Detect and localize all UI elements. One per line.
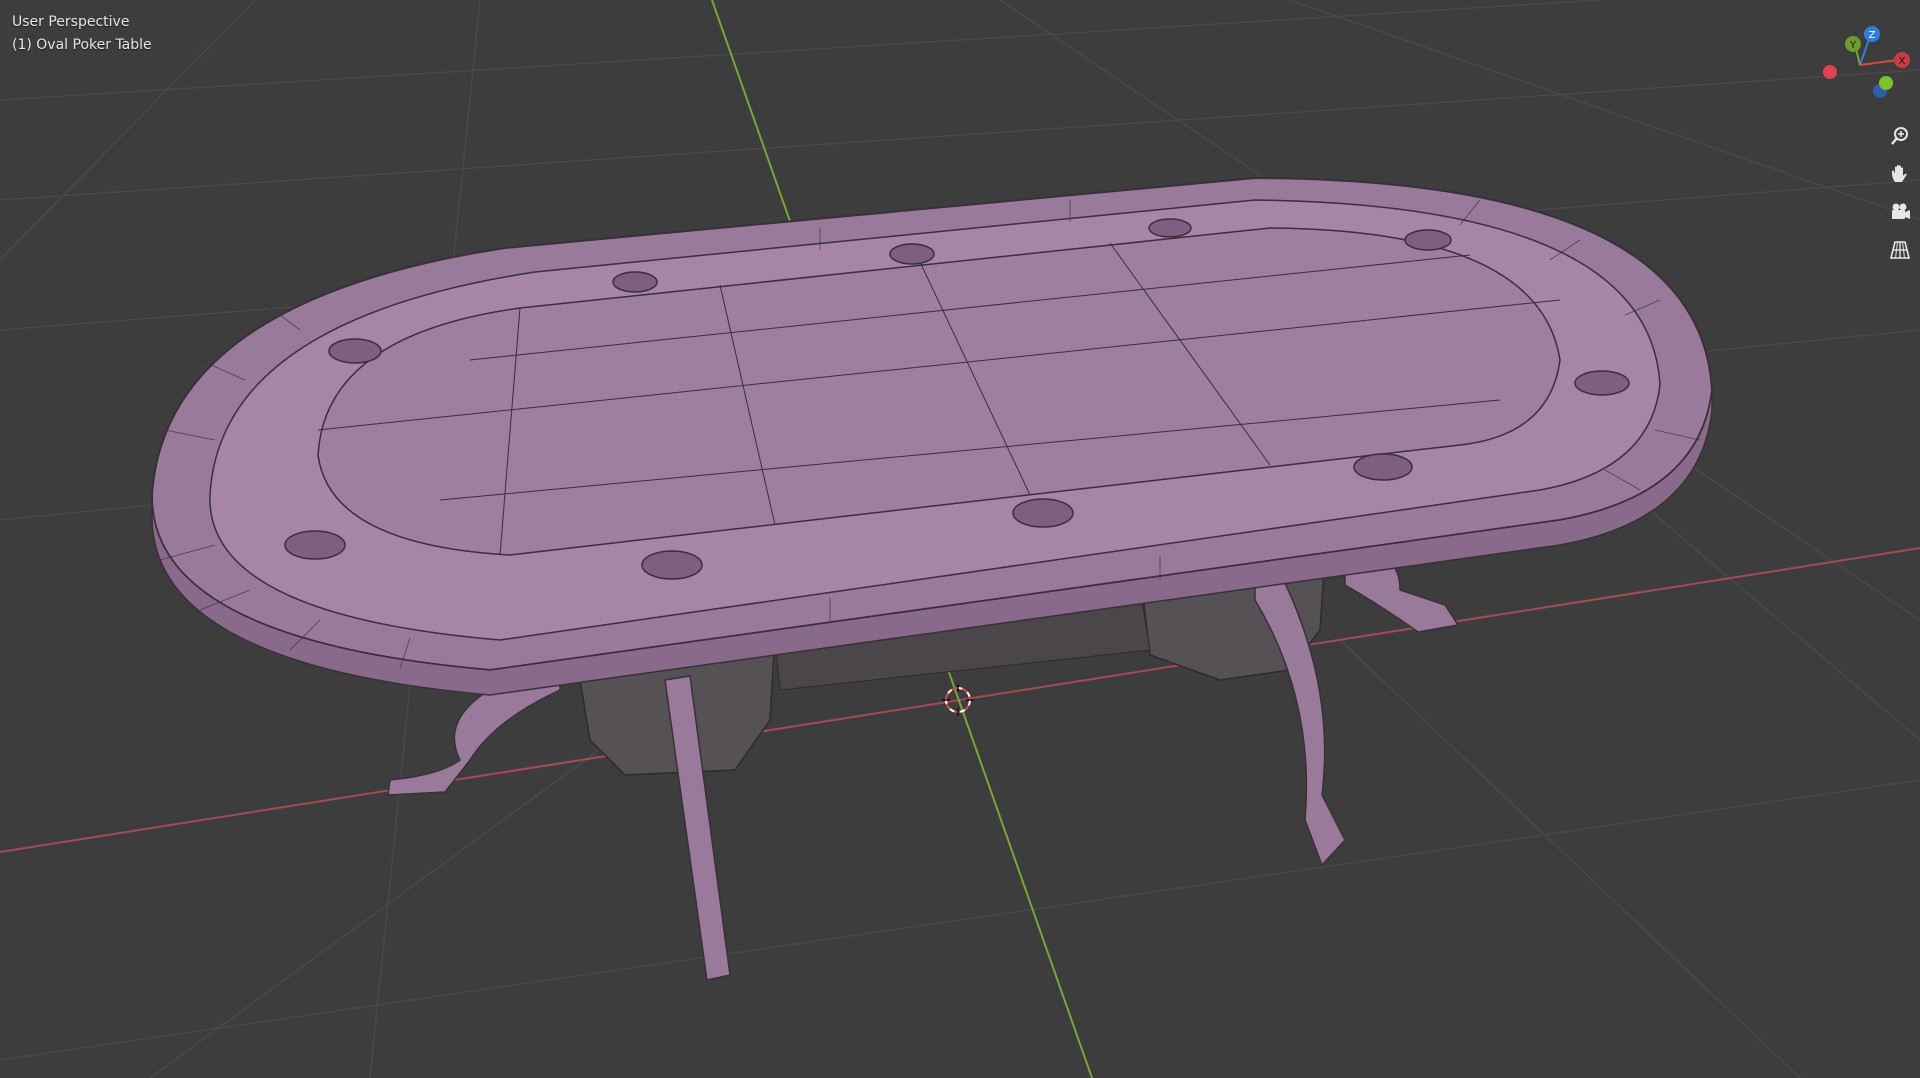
pan-button[interactable] <box>1884 158 1916 190</box>
active-object-label: (1) Oval Poker Table <box>12 37 152 53</box>
gizmo-label-x: X <box>1899 56 1906 67</box>
grid-perspective-icon <box>1889 241 1911 259</box>
navigation-gizmo[interactable]: Y X Z <box>1810 20 1920 110</box>
3d-viewport[interactable] <box>0 0 1920 1078</box>
hand-pan-icon <box>1892 165 1907 182</box>
view-name-label: User Perspective <box>12 14 130 30</box>
perspective-toggle-button[interactable] <box>1884 234 1916 266</box>
camera-view-button[interactable] <box>1884 196 1916 228</box>
zoom-icon <box>1891 127 1908 145</box>
gizmo-label-y: Y <box>1849 40 1857 51</box>
neg-x-axis-dot[interactable] <box>1823 65 1837 79</box>
zoom-button[interactable] <box>1884 120 1916 152</box>
gizmo-label-z: Z <box>1869 30 1876 41</box>
camera-icon <box>1892 203 1910 219</box>
y-axis-dot-green[interactable] <box>1879 76 1893 90</box>
